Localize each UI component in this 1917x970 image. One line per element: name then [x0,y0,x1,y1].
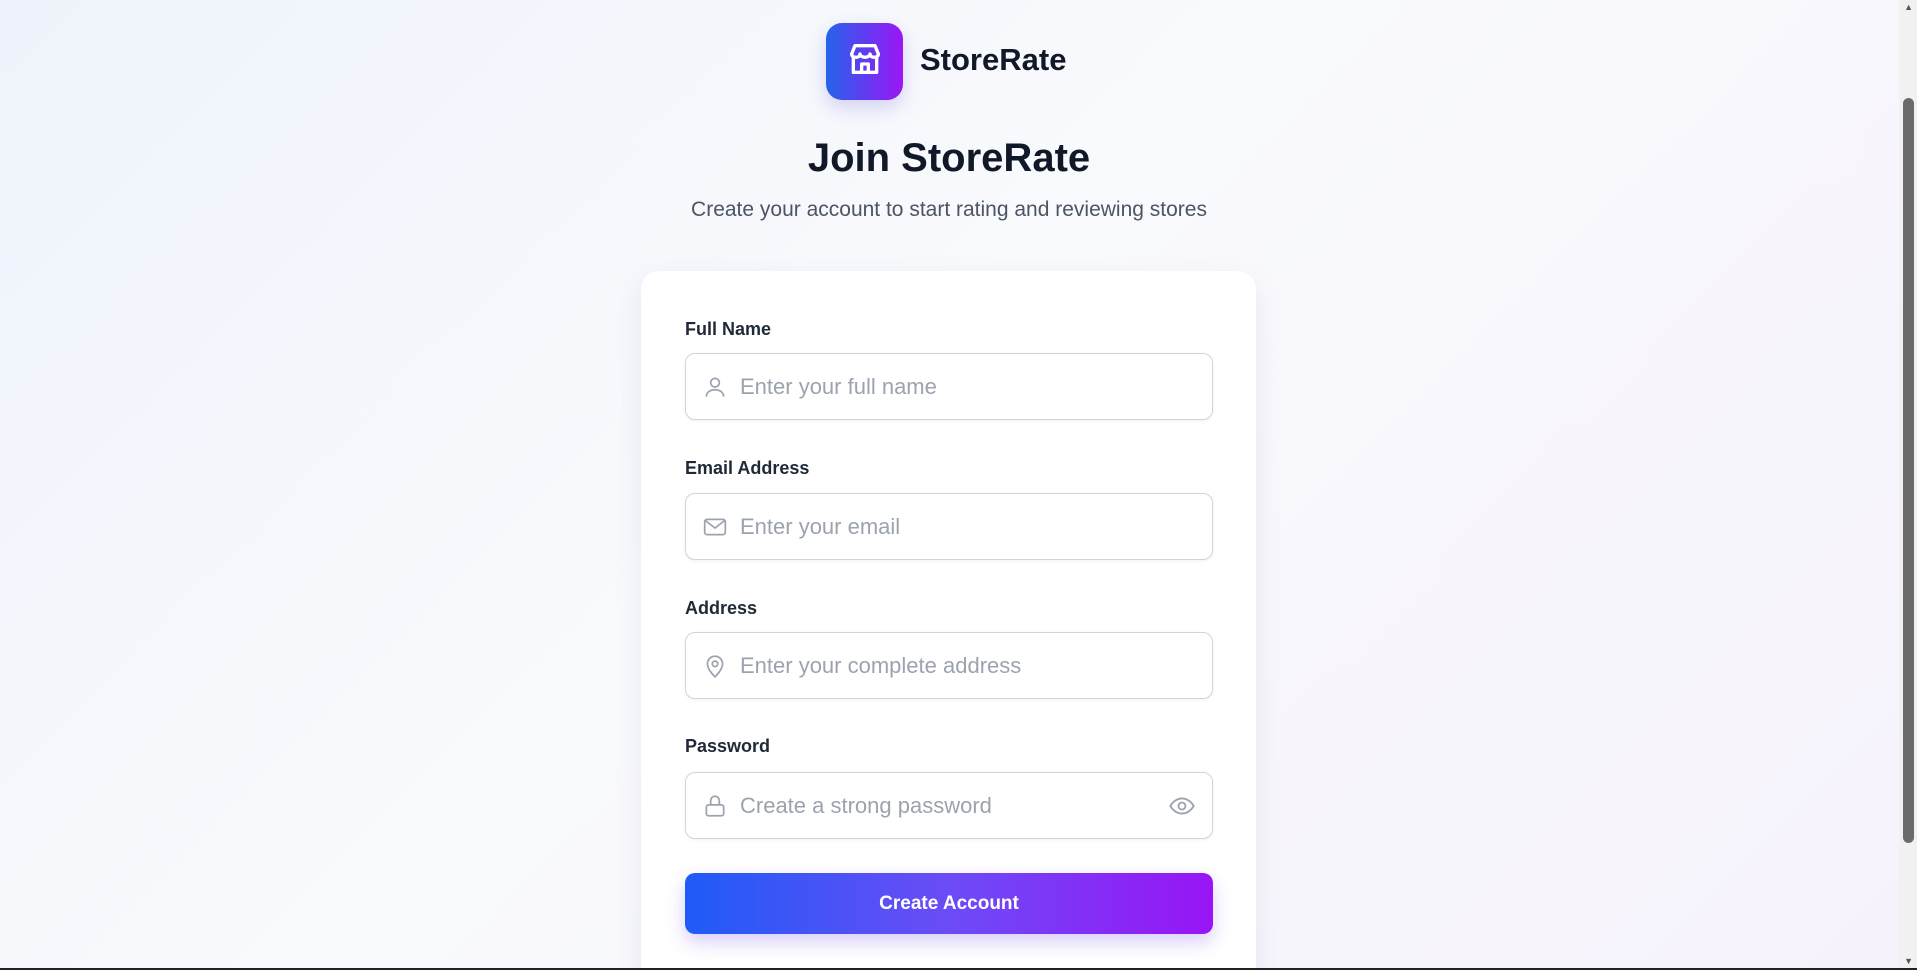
password-label: Password [685,736,771,756]
address-label: Address [685,598,758,618]
scrollbar[interactable]: ▲ ▼ [1899,0,1917,968]
email-field[interactable] [685,493,1213,560]
password-input[interactable] [740,792,1168,819]
store-icon [845,39,885,84]
brand-logo [826,23,903,100]
user-icon [702,374,728,400]
scroll-up-arrow-icon[interactable]: ▲ [1904,2,1913,12]
scroll-down-arrow-icon[interactable]: ▼ [1904,956,1913,966]
page-subtitle: Create your account to start rating and … [691,198,1207,221]
lock-icon [702,793,728,819]
page-title: Join StoreRate [807,136,1091,180]
scrollbar-thumb[interactable] [1903,98,1914,843]
address-input[interactable] [740,652,1212,679]
map-pin-icon [702,653,728,679]
full-name-input[interactable] [740,373,1212,400]
email-input[interactable] [740,513,1212,540]
email-label: Email Address [685,458,810,478]
mail-icon [702,514,728,540]
show-password-eye-icon[interactable] [1168,792,1196,820]
full-name-label: Full Name [685,319,772,339]
create-account-button[interactable]: Create Account [685,873,1213,934]
signup-form: Full Name Email Address Address Password… [641,271,1256,970]
brand-name: StoreRate [920,42,1067,77]
full-name-field[interactable] [685,353,1213,420]
password-field[interactable] [685,772,1213,839]
address-field[interactable] [685,632,1213,699]
